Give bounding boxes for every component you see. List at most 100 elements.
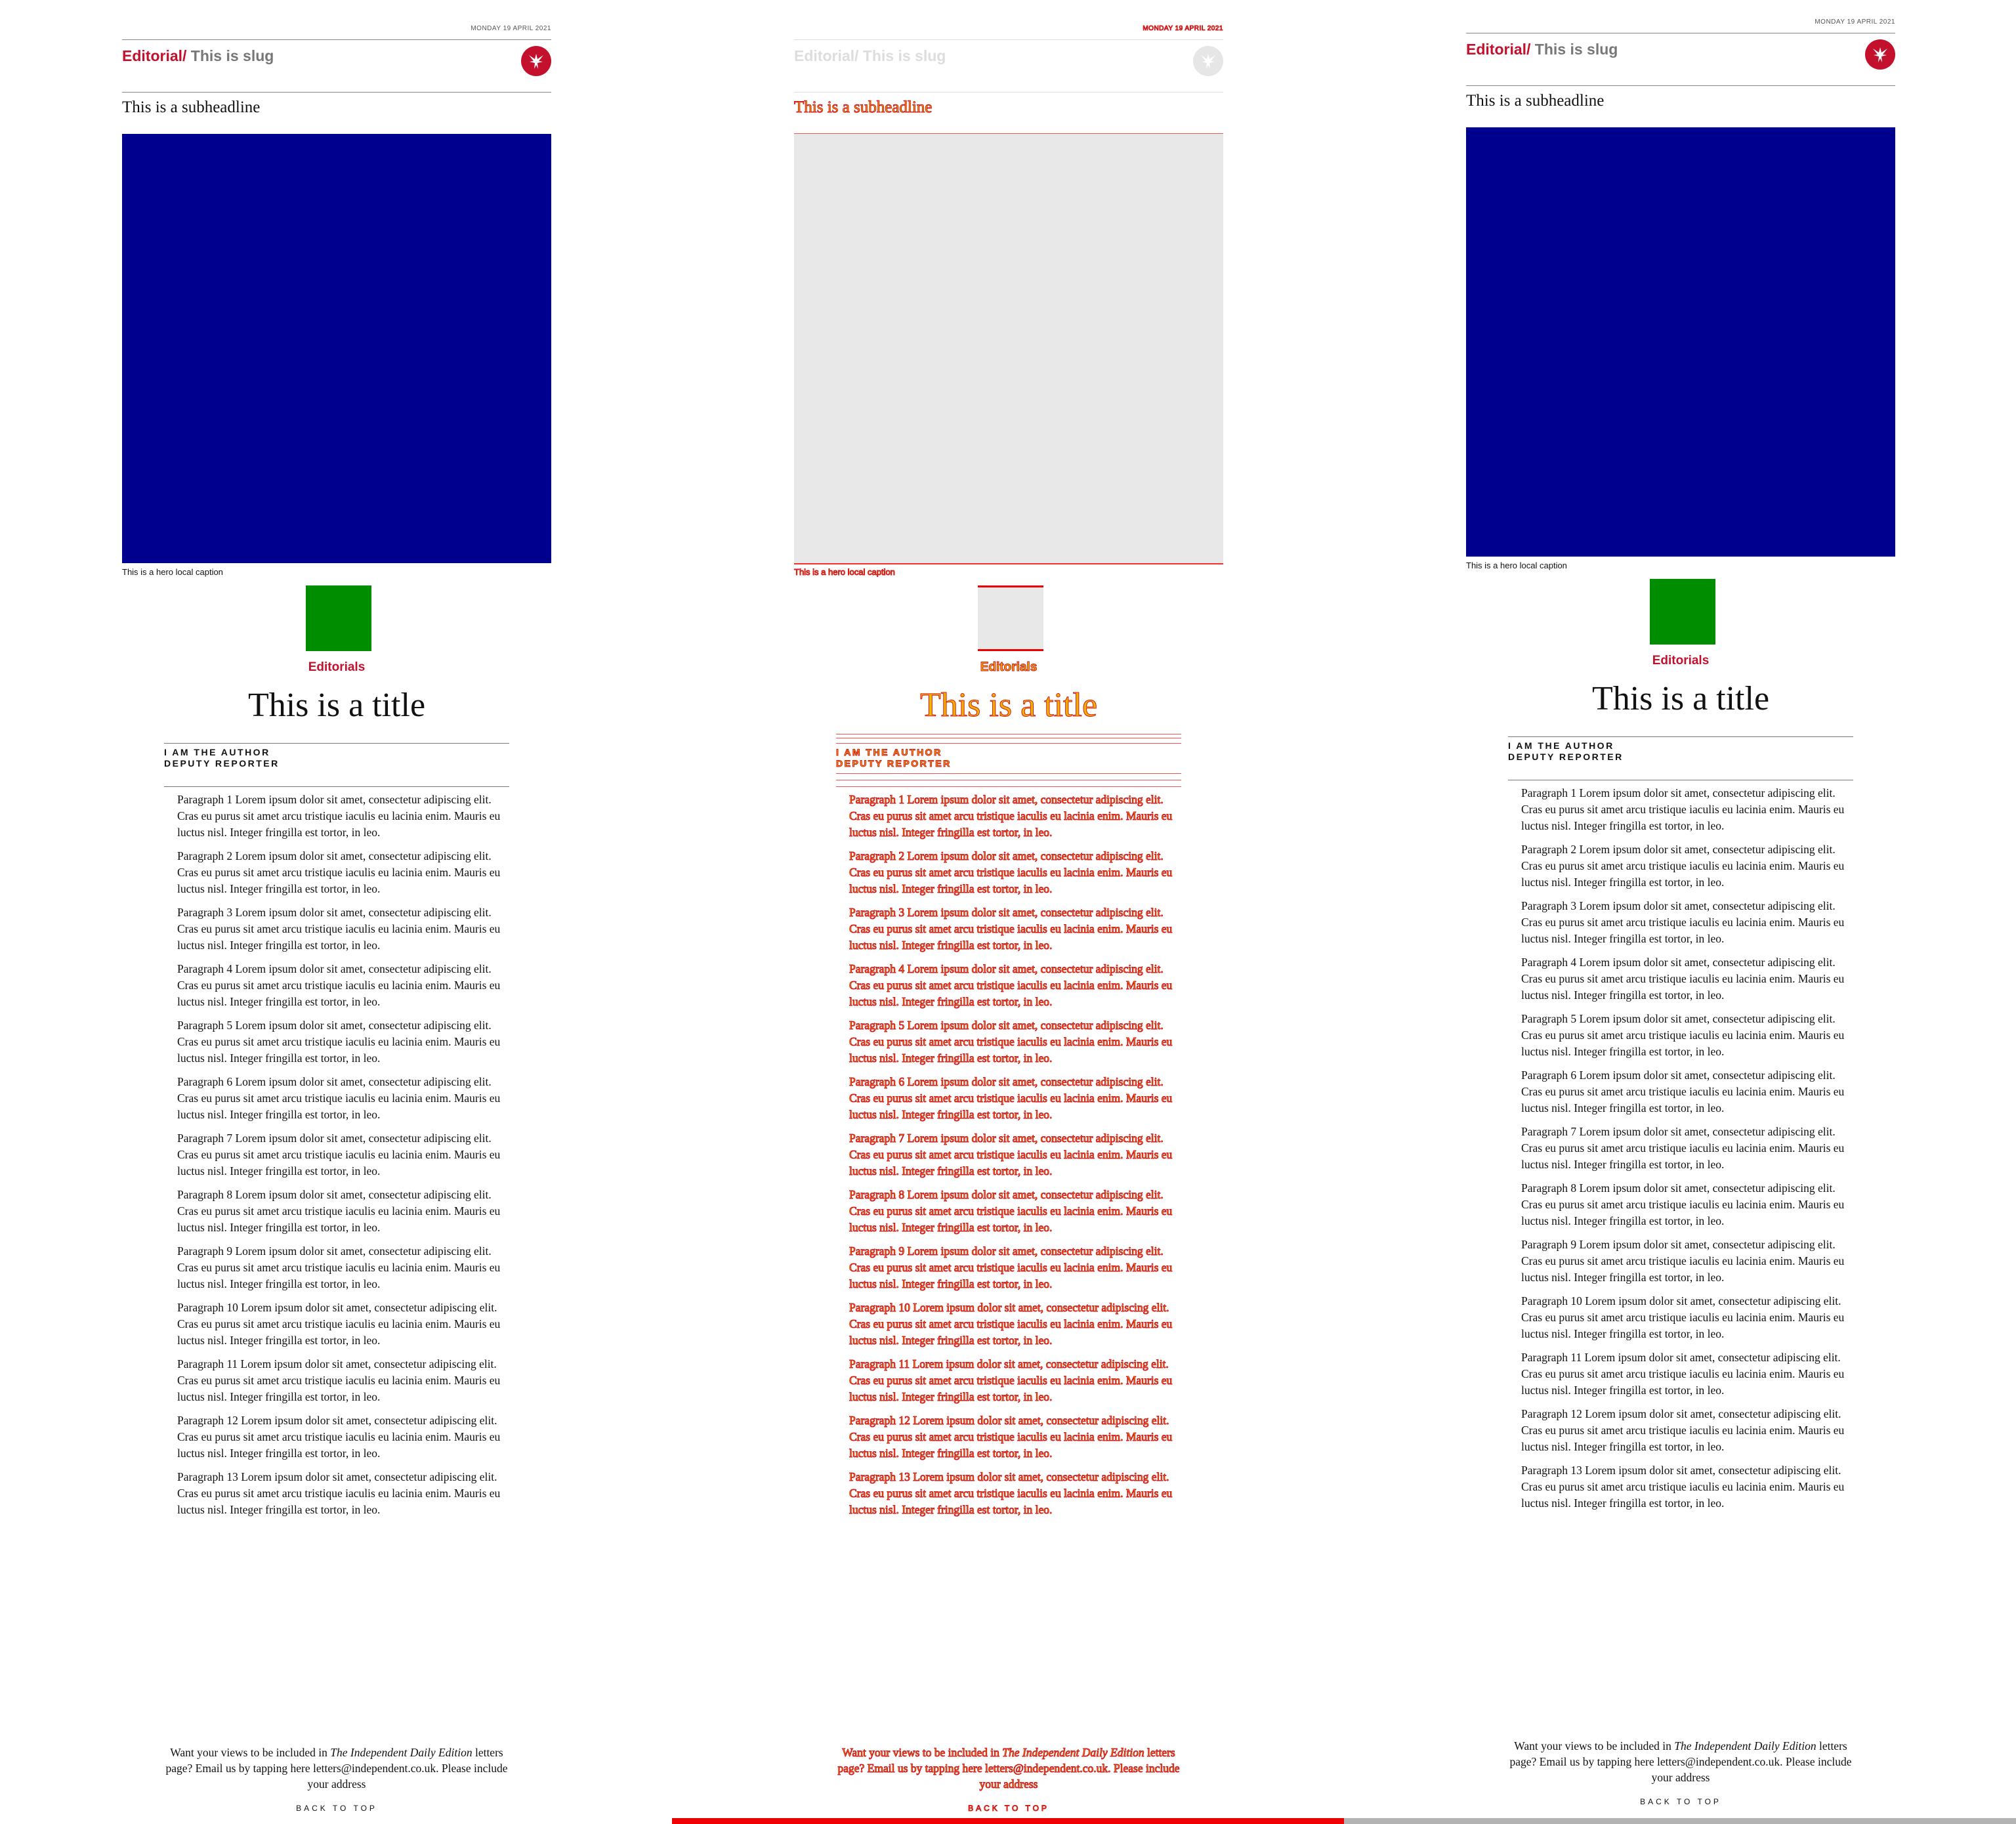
slug-separator: / [182, 47, 191, 64]
letters-intro: Want your views to be included in [170, 1746, 331, 1759]
body-paragraph: Paragraph 8 Lorem ipsum dolor sit amet, … [1521, 1181, 1845, 1227]
section-thumbnail[interactable] [978, 585, 1043, 651]
byline: I AM THE AUTHOR DEPUTY REPORTER [1508, 740, 1624, 763]
body-paragraph: Paragraph 6 Lorem ipsum dolor sit amet, … [177, 1075, 501, 1121]
eagle-logo-icon[interactable] [521, 46, 551, 76]
hero-caption: This is a hero local caption [794, 567, 896, 578]
author-name: I AM THE AUTHOR [164, 747, 270, 757]
article-body: Paragraph 1 Lorem ipsum dolor sit amet, … [849, 792, 1175, 1525]
hero-image[interactable] [122, 134, 551, 563]
article-view-debug-overlay: MONDAY 19 APRIL 2021 Editorial/ This is … [672, 0, 1344, 1824]
debug-subhead-outline [794, 133, 1223, 134]
hero-image[interactable] [1466, 127, 1895, 557]
scroll-progress-fill [672, 1818, 1344, 1824]
eagle-glyph-icon [1873, 47, 1887, 62]
body-paragraph: Paragraph 7 Lorem ipsum dolor sit amet, … [1521, 1125, 1845, 1171]
letters-intro: Want your views to be included in [1514, 1739, 1675, 1752]
section-thumbnail[interactable] [1650, 579, 1715, 645]
author-top-divider [1508, 736, 1853, 737]
header-divider [122, 92, 551, 93]
body-paragraph: Paragraph 2 Lorem ipsum dolor sit amet, … [849, 849, 1173, 896]
back-to-top-link[interactable]: BACK TO TOP [794, 1804, 1223, 1813]
article-body: Paragraph 1 Lorem ipsum dolor sit amet, … [1521, 785, 1847, 1519]
top-divider [794, 39, 1223, 40]
body-paragraph: Paragraph 6 Lorem ipsum dolor sit amet, … [849, 1075, 1173, 1122]
author-top-divider [164, 743, 509, 744]
body-paragraph: Paragraph 4 Lorem ipsum dolor sit amet, … [1521, 956, 1845, 1002]
author-name: I AM THE AUTHOR [836, 747, 942, 758]
body-paragraph: Paragraph 3 Lorem ipsum dolor sit amet, … [177, 906, 501, 952]
author-role: DEPUTY REPORTER [164, 758, 280, 769]
byline: I AM THE AUTHOR DEPUTY REPORTER [836, 747, 952, 769]
body-paragraph: Paragraph 4 Lorem ipsum dolor sit amet, … [849, 962, 1173, 1009]
subheadline: This is a subheadline [1466, 92, 1605, 110]
body-paragraph: Paragraph 10 Lorem ipsum dolor sit amet,… [1521, 1294, 1845, 1340]
debug-guide-line [836, 773, 1181, 774]
header-divider [794, 92, 1223, 93]
scroll-progress-track[interactable] [1344, 1818, 2016, 1824]
body-paragraph: Paragraph 12 Lorem ipsum dolor sit amet,… [177, 1414, 501, 1460]
slug-separator: / [1526, 41, 1535, 58]
body-paragraph: Paragraph 6 Lorem ipsum dolor sit amet, … [1521, 1069, 1845, 1114]
eagle-glyph-icon [1201, 54, 1215, 69]
body-paragraph: Paragraph 1 Lorem ipsum dolor sit amet, … [177, 793, 501, 839]
author-name: I AM THE AUTHOR [1508, 740, 1614, 751]
byline: I AM THE AUTHOR DEPUTY REPORTER [164, 747, 280, 769]
author-role: DEPUTY REPORTER [836, 758, 952, 769]
hero-caption: This is a hero local caption [122, 567, 223, 577]
section-label[interactable]: Editorials [122, 660, 551, 675]
eagle-glyph-icon [529, 54, 543, 69]
body-paragraph: Paragraph 13 Lorem ipsum dolor sit amet,… [1521, 1464, 1845, 1510]
slug-line: Editorial/ This is slug [1466, 41, 1618, 58]
body-paragraph: Paragraph 2 Lorem ipsum dolor sit amet, … [1521, 843, 1845, 889]
hero-image[interactable] [794, 134, 1223, 564]
body-paragraph: Paragraph 11 Lorem ipsum dolor sit amet,… [177, 1357, 501, 1403]
body-paragraph: Paragraph 10 Lorem ipsum dolor sit amet,… [177, 1301, 501, 1347]
back-to-top-link[interactable]: BACK TO TOP [1466, 1797, 1895, 1806]
article-view-rendered: MONDAY 19 APRIL 2021 Editorial/ This is … [1344, 0, 2016, 1824]
slug-line: Editorial/ This is slug [794, 47, 946, 65]
section-thumbnail[interactable] [306, 585, 371, 651]
section-name[interactable]: Editorial [794, 47, 854, 64]
author-bottom-divider [836, 786, 1181, 787]
author-bottom-divider [164, 786, 509, 787]
body-paragraph: Paragraph 9 Lorem ipsum dolor sit amet, … [177, 1244, 501, 1290]
back-to-top-link[interactable]: BACK TO TOP [122, 1804, 551, 1813]
body-paragraph: Paragraph 5 Lorem ipsum dolor sit amet, … [1521, 1012, 1845, 1058]
section-label[interactable]: Editorials [1466, 654, 1895, 668]
publication-date: MONDAY 19 APRIL 2021 [1143, 25, 1223, 33]
slug-text: This is slug [1534, 41, 1618, 58]
body-paragraph: Paragraph 9 Lorem ipsum dolor sit amet, … [1521, 1238, 1845, 1284]
eagle-logo-icon[interactable] [1193, 46, 1223, 76]
hero-caption: This is a hero local caption [1466, 561, 1567, 570]
publication-date: MONDAY 19 APRIL 2021 [1815, 18, 1895, 26]
body-paragraph: Paragraph 11 Lorem ipsum dolor sit amet,… [1521, 1351, 1845, 1397]
body-paragraph: Paragraph 1 Lorem ipsum dolor sit amet, … [1521, 786, 1845, 832]
author-role: DEPUTY REPORTER [1508, 752, 1624, 762]
letters-callout: Want your views to be included in The In… [164, 1745, 509, 1792]
body-paragraph: Paragraph 4 Lorem ipsum dolor sit amet, … [177, 962, 501, 1008]
section-name[interactable]: Editorial [1466, 41, 1526, 58]
body-paragraph: Paragraph 7 Lorem ipsum dolor sit amet, … [849, 1132, 1173, 1178]
letters-callout: Want your views to be included in The In… [1508, 1738, 1853, 1785]
eagle-logo-icon[interactable] [1865, 39, 1895, 70]
slug-text: This is slug [862, 47, 946, 64]
article-body: Paragraph 1 Lorem ipsum dolor sit amet, … [177, 792, 503, 1525]
body-paragraph: Paragraph 3 Lorem ipsum dolor sit amet, … [1521, 899, 1845, 945]
section-name[interactable]: Editorial [122, 47, 182, 64]
body-paragraph: Paragraph 13 Lorem ipsum dolor sit amet,… [849, 1470, 1173, 1517]
body-paragraph: Paragraph 5 Lorem ipsum dolor sit amet, … [849, 1019, 1173, 1065]
author-top-divider [836, 743, 1181, 744]
body-paragraph: Paragraph 3 Lorem ipsum dolor sit amet, … [849, 906, 1173, 952]
section-label[interactable]: Editorials [794, 660, 1223, 675]
subheadline: This is a subheadline [793, 98, 933, 117]
subheadline: This is a subheadline [122, 98, 261, 116]
header-divider [1466, 85, 1895, 86]
letters-intro: Want your views to be included in [842, 1746, 1003, 1760]
body-paragraph: Paragraph 9 Lorem ipsum dolor sit amet, … [849, 1244, 1173, 1291]
article-title: This is a title [247, 687, 426, 724]
article-title: This is a title [1591, 680, 1770, 717]
publication-date: MONDAY 19 APRIL 2021 [471, 25, 551, 32]
body-paragraph: Paragraph 8 Lorem ipsum dolor sit amet, … [177, 1188, 501, 1234]
body-paragraph: Paragraph 11 Lorem ipsum dolor sit amet,… [849, 1357, 1173, 1404]
